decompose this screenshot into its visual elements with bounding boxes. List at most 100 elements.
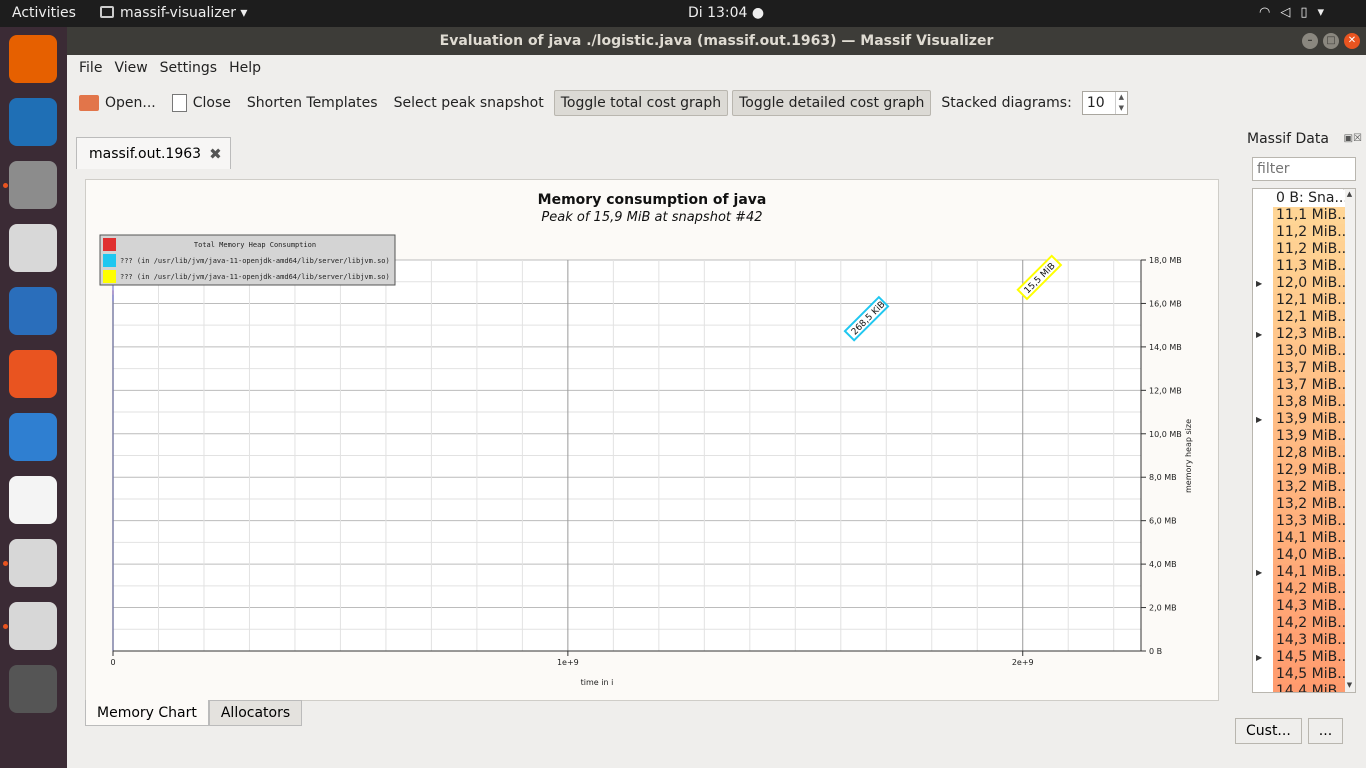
rhythmbox-icon[interactable] bbox=[9, 224, 57, 272]
unknown-app-2-icon[interactable] bbox=[9, 602, 57, 650]
chevron-down-icon: ▾ bbox=[1317, 5, 1335, 20]
expand-arrow-icon[interactable]: ▶ bbox=[1256, 279, 1262, 288]
battery-icon: ▯ bbox=[1300, 5, 1318, 20]
spin-arrows[interactable]: ▲ ▼ bbox=[1114, 92, 1127, 114]
snapshot-item[interactable]: 13,2 MiB... bbox=[1273, 496, 1345, 513]
snapshot-item[interactable]: 11,2 MiB... bbox=[1273, 224, 1345, 241]
snapshot-list[interactable]: ▲ ▼ 0 B: Sna... 11,1 MiB... 11,2 MiB... 11,… bbox=[1252, 188, 1356, 693]
expand-arrow-icon[interactable]: ▶ bbox=[1256, 330, 1262, 339]
snapshot-item[interactable]: 14,0 MiB... bbox=[1273, 547, 1345, 564]
snapshot-item[interactable]: 14,1 MiB... bbox=[1273, 530, 1345, 547]
menu-file[interactable]: File bbox=[73, 60, 108, 76]
firefox-icon[interactable] bbox=[9, 35, 57, 83]
y-tick-label: 2,0 MB bbox=[1149, 604, 1177, 613]
x-tick-label: 0 bbox=[110, 658, 115, 667]
chart-title: Memory consumption of java bbox=[538, 192, 767, 208]
menu-help[interactable]: Help bbox=[223, 60, 267, 76]
close-button[interactable]: Close bbox=[166, 90, 237, 116]
shorten-templates-button[interactable]: Shorten Templates bbox=[241, 90, 384, 116]
clock[interactable]: Di 13:04 ● bbox=[688, 5, 764, 21]
snapshot-item[interactable]: 0 B: Sna... bbox=[1273, 190, 1345, 207]
snapshot-item[interactable]: 13,3 MiB... bbox=[1273, 513, 1345, 530]
legend-title: Total Memory Heap Consumption bbox=[194, 241, 316, 249]
snapshot-item[interactable]: 12,1 MiB... bbox=[1273, 309, 1345, 326]
menu-view[interactable]: View bbox=[108, 60, 153, 76]
libreoffice-writer-icon[interactable] bbox=[9, 287, 57, 335]
snapshot-item[interactable]: 14,2 MiB... bbox=[1273, 615, 1345, 632]
folder-open-icon bbox=[79, 95, 99, 111]
activities-button[interactable]: Activities bbox=[12, 5, 76, 21]
select-peak-snapshot-button[interactable]: Select peak snapshot bbox=[388, 90, 550, 116]
system-status-area[interactable]: ◠◁▯▾ bbox=[1259, 5, 1334, 20]
app-menu-label: massif-visualizer bbox=[120, 5, 236, 21]
snapshot-item[interactable]: 11,2 MiB... bbox=[1273, 241, 1345, 258]
close-tab-icon[interactable]: ✖ bbox=[209, 145, 222, 163]
snapshot-item[interactable]: 12,8 MiB... bbox=[1273, 445, 1345, 462]
app-menu[interactable]: massif-visualizer ▾ bbox=[100, 5, 247, 21]
amazon-icon[interactable] bbox=[9, 476, 57, 524]
snapshot-item[interactable]: 13,9 MiB... bbox=[1273, 411, 1345, 428]
open-button[interactable]: Open... bbox=[73, 90, 162, 116]
legend-swatch bbox=[103, 270, 116, 283]
snapshot-item[interactable]: 12,9 MiB... bbox=[1273, 462, 1345, 479]
y-tick-label: 14,0 MB bbox=[1149, 343, 1182, 352]
close-window-button[interactable]: ✕ bbox=[1344, 33, 1360, 49]
snapshot-item[interactable]: 14,3 MiB... bbox=[1273, 632, 1345, 649]
scroll-down-icon[interactable]: ▼ bbox=[1344, 681, 1355, 691]
open-label: Open... bbox=[105, 95, 156, 111]
toggle-detailed-cost-button[interactable]: Toggle detailed cost graph bbox=[732, 90, 932, 116]
snapshot-item[interactable]: 11,3 MiB... bbox=[1273, 258, 1345, 275]
snapshot-item[interactable]: 13,9 MiB... bbox=[1273, 428, 1345, 445]
snapshot-item[interactable]: 14,5 MiB... bbox=[1273, 649, 1345, 666]
menu-settings[interactable]: Settings bbox=[154, 60, 223, 76]
legend-entry: ??? (in /usr/lib/jvm/java-11-openjdk-amd… bbox=[120, 257, 390, 265]
expand-arrow-icon[interactable]: ▶ bbox=[1256, 653, 1262, 662]
snapshot-item[interactable]: 14,2 MiB... bbox=[1273, 581, 1345, 598]
customize-button[interactable]: Cust... bbox=[1235, 718, 1302, 744]
expand-arrow-icon[interactable]: ▶ bbox=[1256, 415, 1262, 424]
thunderbird-icon[interactable] bbox=[9, 98, 57, 146]
memory-chart[interactable]: Memory consumption of java Peak of 15,9 M… bbox=[86, 180, 1218, 700]
snapshot-item[interactable]: 13,0 MiB... bbox=[1273, 343, 1345, 360]
files-icon[interactable] bbox=[9, 161, 57, 209]
help-icon[interactable] bbox=[9, 413, 57, 461]
snapshot-item[interactable]: 13,8 MiB... bbox=[1273, 394, 1345, 411]
toggle-total-cost-button[interactable]: Toggle total cost graph bbox=[553, 90, 729, 116]
snapshot-item[interactable]: 14,1 MiB... bbox=[1273, 564, 1345, 581]
y-tick-label: 8,0 MB bbox=[1149, 473, 1177, 482]
snapshot-item[interactable]: 12,1 MiB... bbox=[1273, 292, 1345, 309]
maximize-button[interactable]: □ bbox=[1323, 33, 1339, 49]
expand-arrow-icon[interactable]: ▶ bbox=[1256, 568, 1262, 577]
memory-chart-panel: Memory consumption of java Peak of 15,9 M… bbox=[85, 179, 1219, 701]
snapshot-item[interactable]: 12,3 MiB... bbox=[1273, 326, 1345, 343]
snapshot-item[interactable]: 14,4 MiB... bbox=[1273, 683, 1345, 692]
panel-controls[interactable]: ▣☒ bbox=[1344, 133, 1362, 144]
running-indicator bbox=[3, 561, 8, 566]
snapshot-item[interactable]: 13,2 MiB... bbox=[1273, 479, 1345, 496]
document-tab[interactable]: massif.out.1963 ✖ bbox=[76, 137, 231, 169]
stacked-diagrams-label: Stacked diagrams: bbox=[941, 95, 1072, 111]
filter-input[interactable] bbox=[1252, 157, 1356, 181]
snapshot-item[interactable]: 11,1 MiB... bbox=[1273, 207, 1345, 224]
x-tick-label: 1e+9 bbox=[557, 658, 579, 667]
x-tick-label: 2e+9 bbox=[1012, 658, 1034, 667]
tab-allocators[interactable]: Allocators bbox=[208, 700, 303, 726]
y-tick-label: 4,0 MB bbox=[1149, 560, 1177, 569]
snapshot-item[interactable]: 14,5 MiB... bbox=[1273, 666, 1345, 683]
document-close-icon bbox=[171, 94, 187, 112]
more-button[interactable]: ... bbox=[1307, 718, 1344, 744]
snapshot-item[interactable]: 13,7 MiB... bbox=[1273, 377, 1345, 394]
ubuntu-software-icon[interactable] bbox=[9, 350, 57, 398]
legend-swatch bbox=[103, 238, 116, 251]
minimize-button[interactable]: – bbox=[1302, 33, 1318, 49]
snapshot-item[interactable]: 14,3 MiB... bbox=[1273, 598, 1345, 615]
snapshot-item[interactable]: 12,0 MiB... bbox=[1273, 275, 1345, 292]
snapshot-item[interactable]: 13,7 MiB... bbox=[1273, 360, 1345, 377]
stacked-diagrams-spinbox[interactable]: 10 ▲ ▼ bbox=[1081, 91, 1128, 115]
scroll-up-icon[interactable]: ▲ bbox=[1344, 190, 1355, 200]
window-titlebar[interactable]: Evaluation of java ./logistic.java (mass… bbox=[67, 27, 1366, 55]
unknown-app-1-icon[interactable] bbox=[9, 539, 57, 587]
tab-memory-chart[interactable]: Memory Chart bbox=[85, 700, 209, 726]
unknown-app-3-icon[interactable] bbox=[9, 665, 57, 713]
y-axis-label: memory heap size bbox=[1184, 419, 1193, 493]
